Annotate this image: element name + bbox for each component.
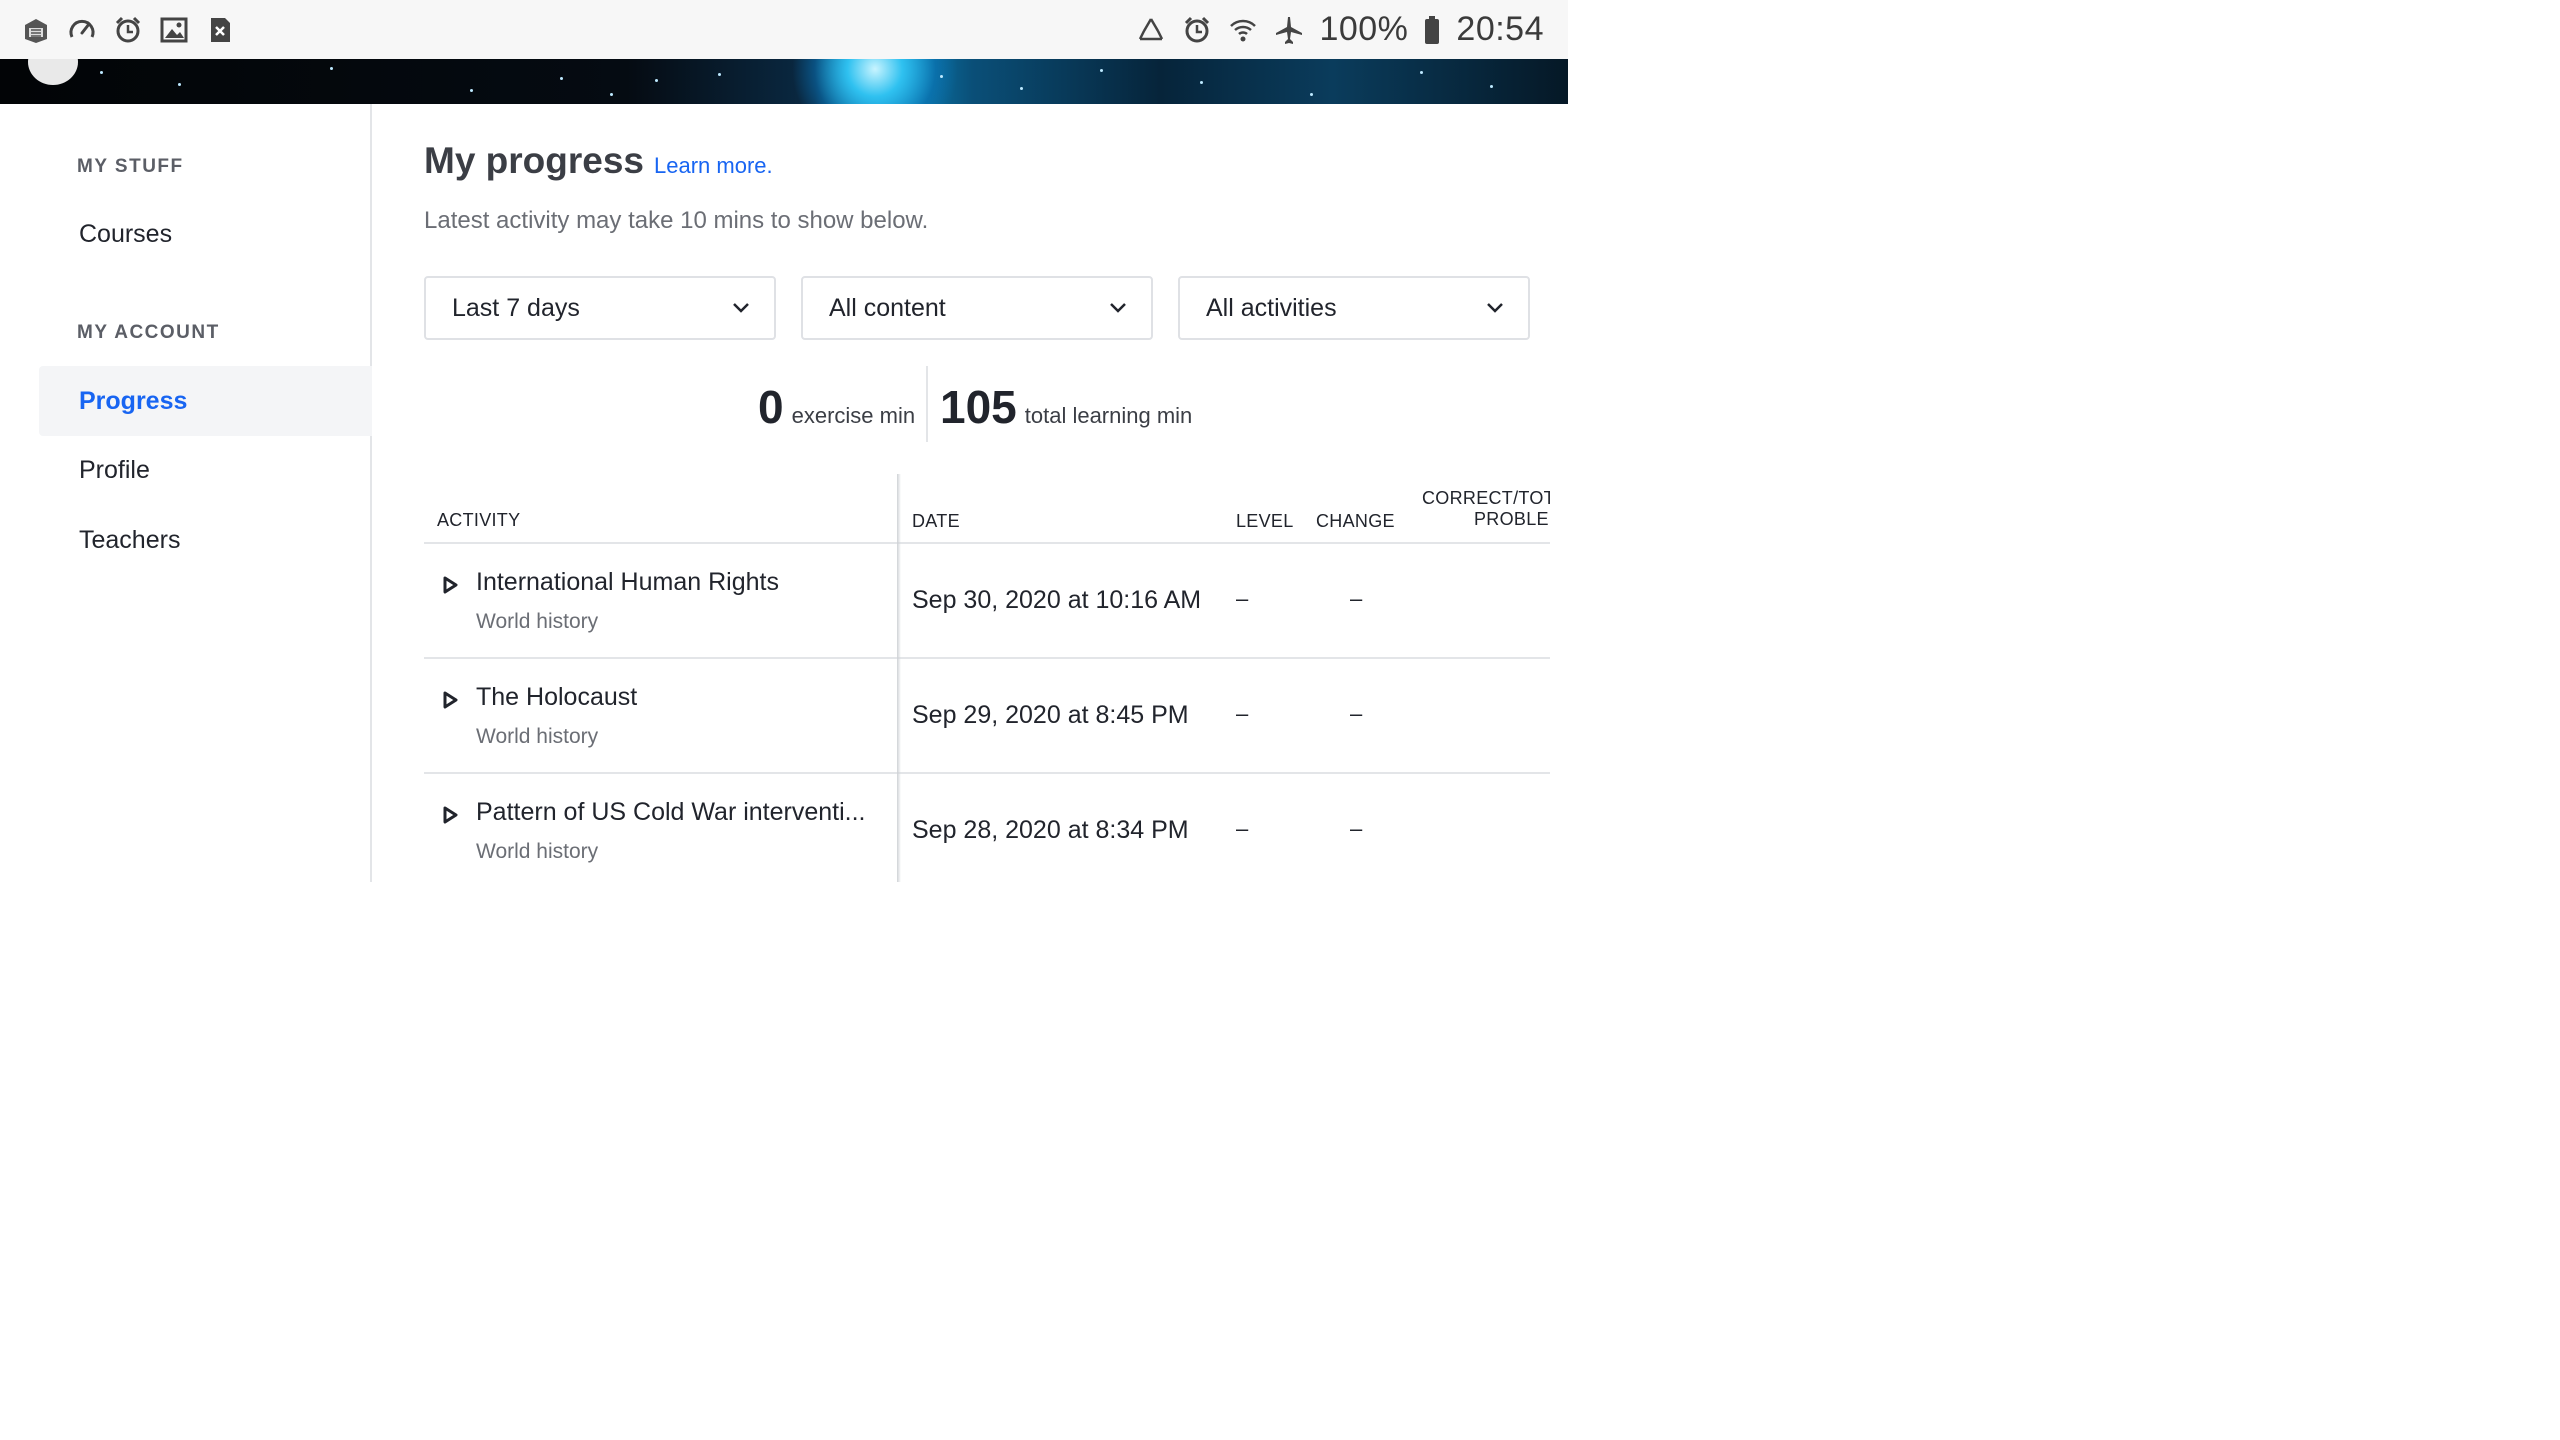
column-header-activity[interactable]: ACTIVITY <box>437 510 520 531</box>
header-banner <box>0 59 1568 104</box>
clock: 20:54 <box>1456 10 1544 48</box>
table-row[interactable]: International Human Rights World history… <box>424 544 1550 659</box>
activity-subject: World history <box>476 840 599 863</box>
play-icon[interactable] <box>442 691 458 709</box>
battery-percent: 100% <box>1319 10 1409 48</box>
column-header-level[interactable]: LEVEL <box>1236 511 1294 532</box>
total-minutes-label: total learning min <box>1024 403 1193 428</box>
stats-divider <box>926 366 928 442</box>
time-range-value: Last 7 days <box>452 293 580 322</box>
activity-table: ACTIVITY DATE LEVEL CHANGE CORRECT/TOT P… <box>424 474 1550 882</box>
exercise-minutes-label: exercise min <box>791 403 916 428</box>
chevron-down-icon <box>733 303 749 313</box>
sidebar-item-courses[interactable]: Courses <box>39 199 372 269</box>
activity-date: Sep 28, 2020 at 8:34 PM <box>912 816 1189 844</box>
activity-type-dropdown[interactable]: All activities <box>1178 276 1530 340</box>
status-bar: 100% 20:54 <box>0 0 1568 59</box>
sidebar-item-profile[interactable]: Profile <box>39 435 372 505</box>
content-value: All content <box>829 293 946 322</box>
activity-title[interactable]: The Holocaust <box>476 683 637 712</box>
activity-subject: World history <box>476 725 599 748</box>
activity-type-value: All activities <box>1206 293 1337 322</box>
image-icon <box>158 14 190 46</box>
sidebar-item-teachers[interactable]: Teachers <box>39 505 372 575</box>
activity-change: – <box>1350 816 1363 841</box>
app-icon <box>20 14 52 46</box>
time-range-dropdown[interactable]: Last 7 days <box>424 276 776 340</box>
my-stuff-heading: MY STUFF <box>77 156 184 177</box>
activity-change: – <box>1350 701 1363 726</box>
total-minutes-stat: 105 total learning min <box>940 380 1192 434</box>
activity-date: Sep 30, 2020 at 10:16 AM <box>912 586 1202 614</box>
sidebar: MY STUFF Courses MY ACCOUNT Progress Pro… <box>0 104 372 882</box>
play-icon[interactable] <box>442 576 458 594</box>
exercise-minutes-stat: 0 exercise min <box>758 380 915 434</box>
exercise-minutes-value: 0 <box>758 381 784 433</box>
total-minutes-value: 105 <box>940 381 1017 433</box>
airplane-icon <box>1273 14 1305 46</box>
page-title: My progress <box>424 140 645 181</box>
chevron-down-icon <box>1110 303 1126 313</box>
activity-date: Sep 29, 2020 at 8:45 PM <box>912 701 1189 729</box>
main-content: My progress Learn more. Latest activity … <box>424 104 1568 882</box>
activity-title[interactable]: International Human Rights <box>476 568 779 597</box>
column-header-correct-line1: CORRECT/TOT <box>1422 488 1550 508</box>
activity-level: – <box>1236 701 1249 726</box>
activity-level: – <box>1236 816 1249 841</box>
page-subtitle: Latest activity may take 10 mins to show… <box>424 207 929 234</box>
my-account-heading: MY ACCOUNT <box>77 322 220 343</box>
battery-icon <box>1422 14 1442 46</box>
sticky-column-shadow <box>897 474 901 882</box>
sidebar-item-progress[interactable]: Progress <box>39 366 372 436</box>
table-row[interactable]: Pattern of US Cold War interventi... Wor… <box>424 774 1550 882</box>
speedometer-icon <box>66 14 98 46</box>
star-glow <box>790 59 960 104</box>
column-header-correct-line2: PROBLE <box>1474 509 1549 529</box>
column-header-change[interactable]: CHANGE <box>1316 511 1395 532</box>
play-icon[interactable] <box>442 806 458 824</box>
moon-illustration <box>28 59 78 85</box>
recycle-icon <box>1135 14 1167 46</box>
close-box-icon <box>204 14 236 46</box>
activity-level: – <box>1236 586 1249 611</box>
learn-more-link[interactable]: Learn more. <box>654 153 773 179</box>
chevron-down-icon <box>1487 303 1503 313</box>
activity-title[interactable]: Pattern of US Cold War interventi... <box>476 798 866 827</box>
title-row: My progress Learn more. <box>424 140 773 182</box>
content-dropdown[interactable]: All content <box>801 276 1153 340</box>
column-header-date[interactable]: DATE <box>912 511 960 532</box>
table-row[interactable]: The Holocaust World history Sep 29, 2020… <box>424 659 1550 774</box>
alarm-icon <box>112 14 144 46</box>
wifi-icon <box>1227 14 1259 46</box>
activity-change: – <box>1350 586 1363 611</box>
alarm-icon <box>1181 14 1213 46</box>
stats-summary: 0 exercise min 105 total learning min <box>424 366 1568 442</box>
activity-subject: World history <box>476 610 599 633</box>
column-header-correct-total[interactable]: CORRECT/TOT PROBLE <box>1422 488 1550 530</box>
